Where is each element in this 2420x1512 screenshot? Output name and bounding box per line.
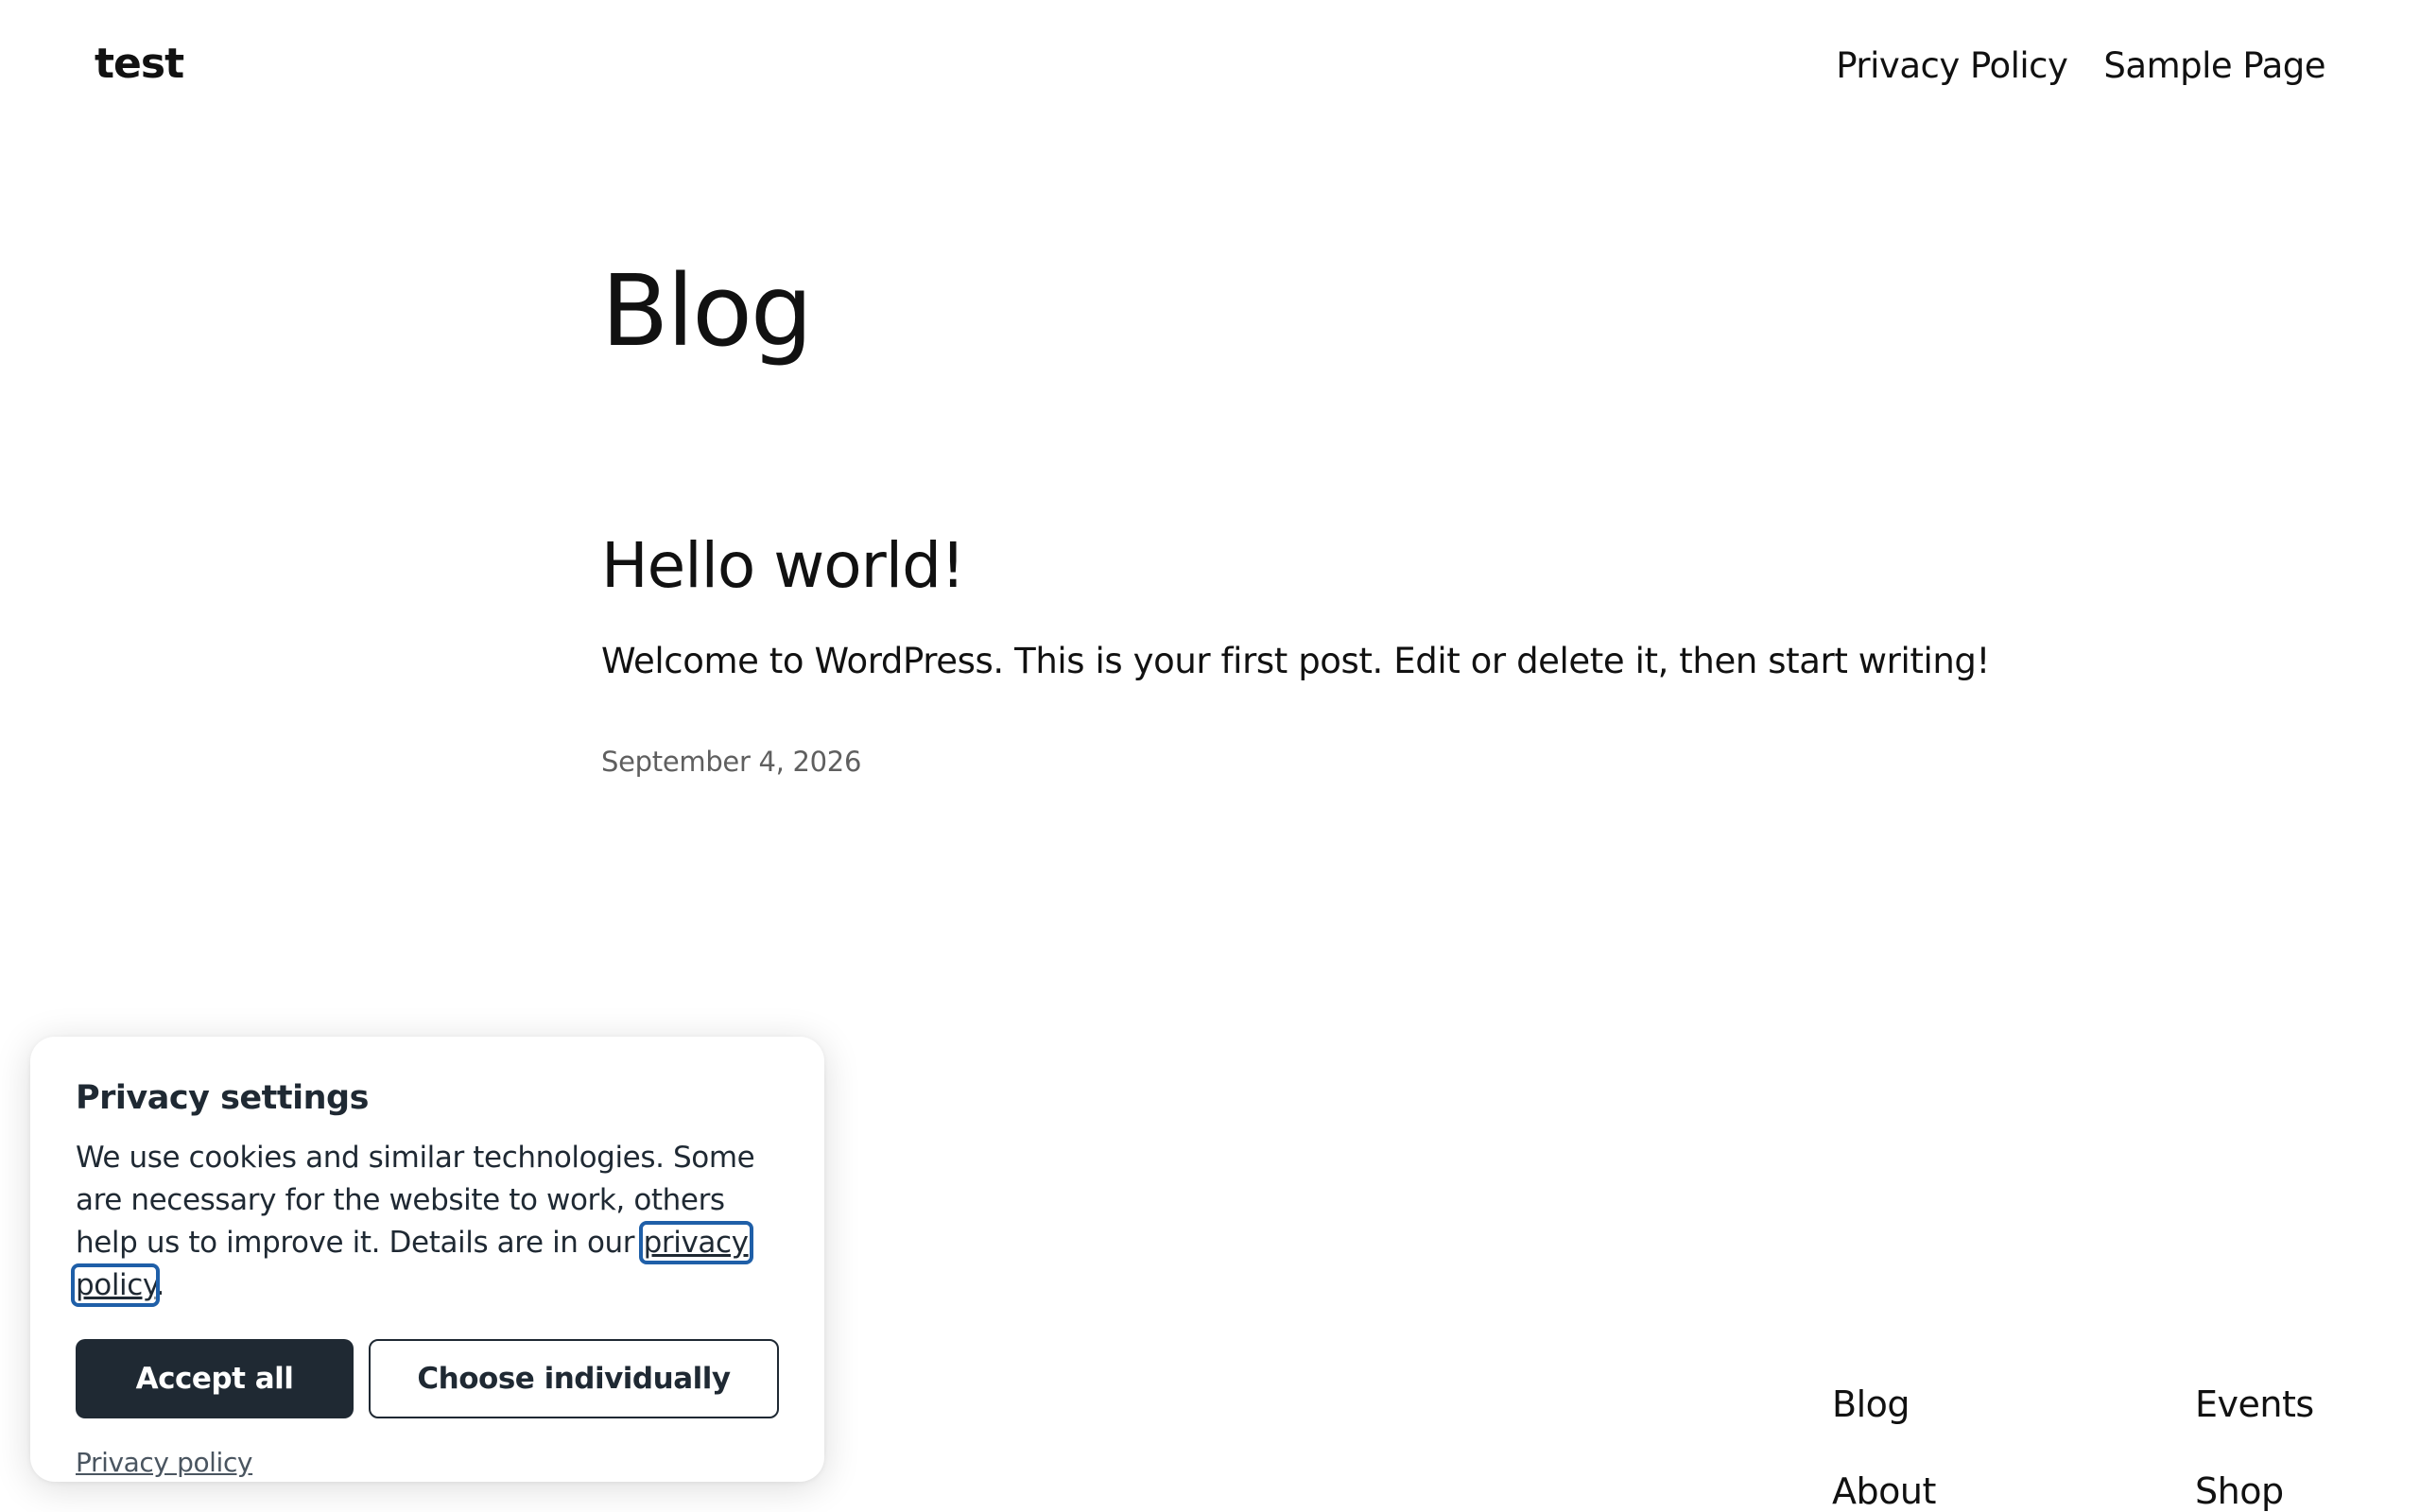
accept-all-button[interactable]: Accept all xyxy=(76,1339,354,1418)
footer-nav-events[interactable]: Events xyxy=(2195,1382,2361,1427)
site-title[interactable]: test xyxy=(95,40,184,88)
cookie-dialog-title: Privacy settings xyxy=(76,1079,369,1117)
page-title: Blog xyxy=(601,253,813,369)
nav-item-sample-page[interactable]: Sample Page xyxy=(2103,45,2325,86)
post-excerpt: Welcome to WordPress. This is your first… xyxy=(601,641,1990,681)
cookie-button-group: Accept all Choose individually xyxy=(76,1339,779,1418)
cookie-dialog-text: We use cookies and similar technologies.… xyxy=(71,1137,775,1307)
top-navigation: Privacy Policy Sample Page xyxy=(1836,45,2325,86)
cookie-text-end: . xyxy=(155,1268,164,1302)
privacy-policy-link[interactable]: Privacy policy xyxy=(76,1447,253,1478)
choose-individually-button[interactable]: Choose individually xyxy=(369,1339,779,1418)
footer-nav-shop[interactable]: Shop xyxy=(2195,1469,2361,1512)
post-title-link[interactable]: Hello world! xyxy=(601,529,965,602)
cookie-consent-dialog: Privacy settings We use cookies and simi… xyxy=(30,1037,824,1482)
nav-item-privacy-policy[interactable]: Privacy Policy xyxy=(1836,45,2068,86)
post-date: September 4, 2026 xyxy=(601,746,862,778)
footer-navigation: Blog Events About Shop xyxy=(1832,1382,2361,1512)
footer-nav-about[interactable]: About xyxy=(1832,1469,2195,1512)
page: test Privacy Policy Sample Page Blog Hel… xyxy=(0,0,2420,1512)
footer-nav-blog[interactable]: Blog xyxy=(1832,1382,2195,1427)
